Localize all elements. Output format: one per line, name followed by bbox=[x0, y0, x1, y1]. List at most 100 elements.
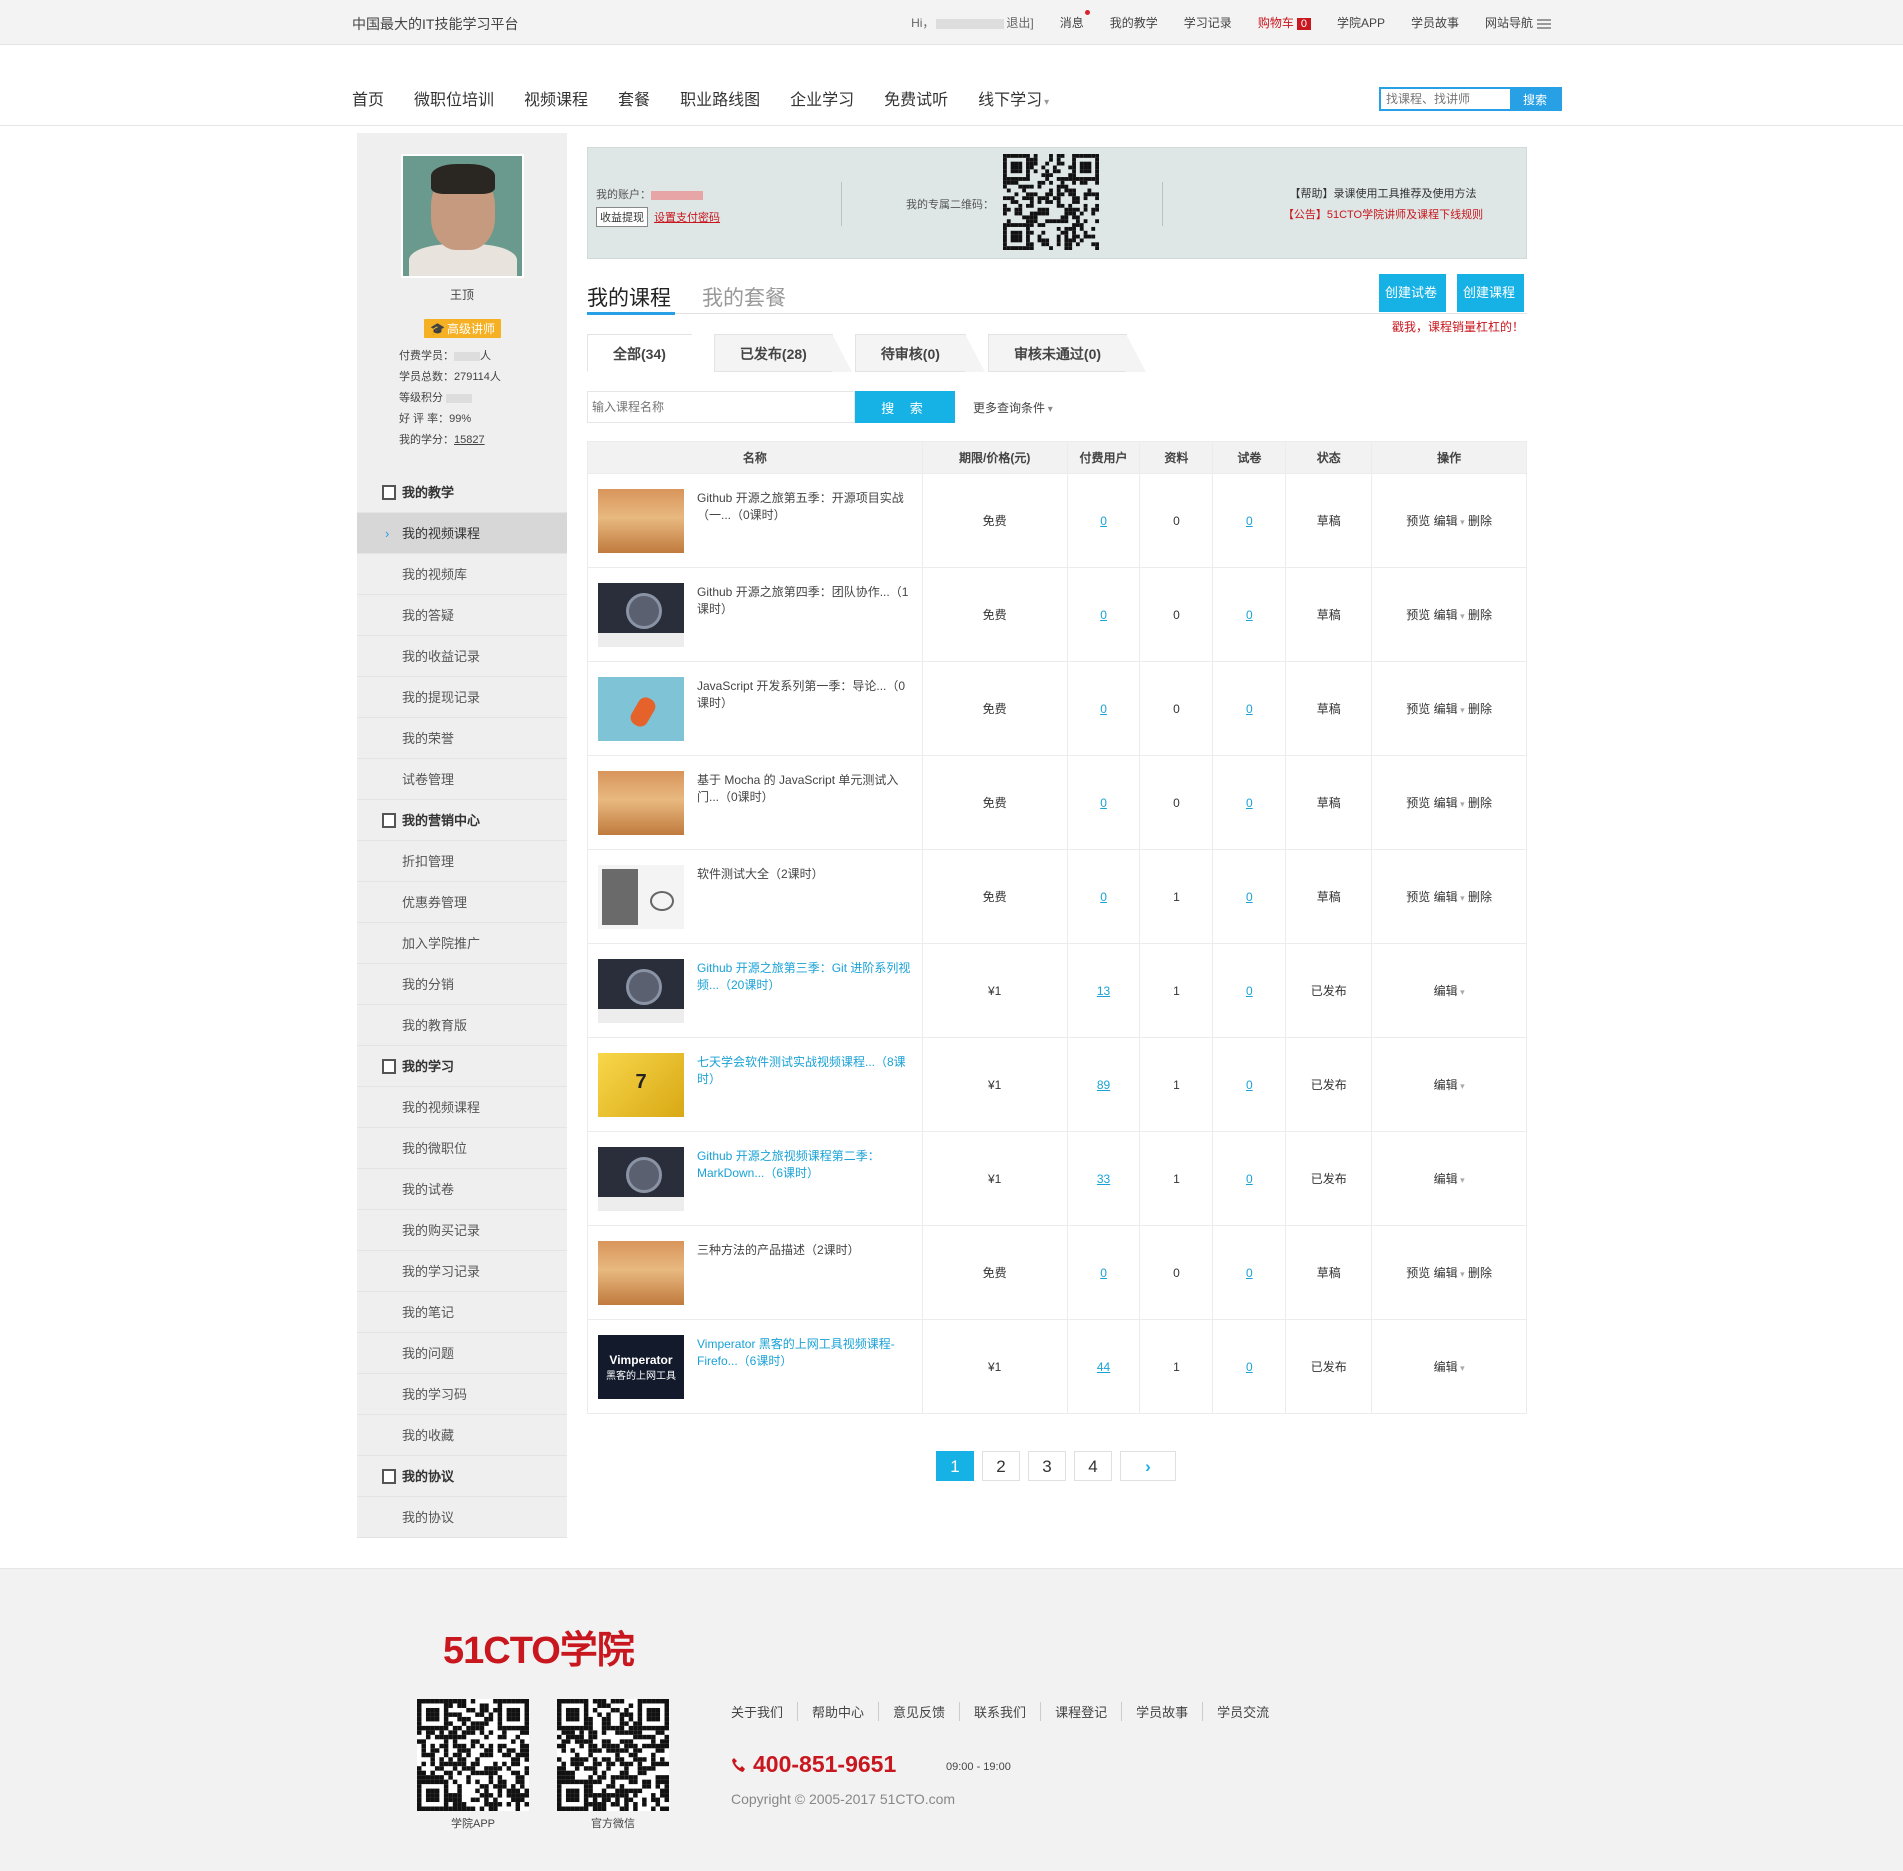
nav-item[interactable]: 套餐 bbox=[618, 86, 650, 110]
course-thumbnail[interactable] bbox=[598, 865, 684, 929]
course-title-link[interactable]: Github 开源之旅第四季：团队协作...（1课时） bbox=[697, 584, 912, 618]
exam-link[interactable]: 0 bbox=[1246, 1078, 1253, 1092]
next-page-button[interactable]: › bbox=[1120, 1451, 1176, 1481]
paid-users-link[interactable]: 13 bbox=[1097, 984, 1110, 998]
sidenav-item[interactable]: 加入学院推广 bbox=[357, 923, 567, 964]
footer-link[interactable]: 联系我们 bbox=[960, 1702, 1042, 1721]
tab-my-packages[interactable]: 我的套餐 bbox=[702, 282, 786, 312]
sidenav-item[interactable]: 我的微职位 bbox=[357, 1128, 567, 1169]
status-tab[interactable]: 审核未通过(0) bbox=[987, 334, 1147, 372]
set-pay-password-link[interactable]: 设置支付密码 bbox=[651, 208, 723, 226]
delete-link[interactable]: 删除 bbox=[1468, 608, 1492, 622]
search-input[interactable] bbox=[1381, 89, 1510, 109]
exam-link[interactable]: 0 bbox=[1246, 702, 1253, 716]
sidenav-item[interactable]: 我的问题 bbox=[357, 1333, 567, 1374]
exam-link[interactable]: 0 bbox=[1246, 514, 1253, 528]
promo-tip-link[interactable]: 戳我，课程销量杠杠的！ bbox=[1392, 318, 1524, 335]
edit-dropdown[interactable]: 编辑 bbox=[1434, 702, 1465, 716]
notice-link[interactable]: 【公告】51CTO学院讲师及课程下线规则 bbox=[1243, 205, 1523, 226]
course-thumbnail[interactable] bbox=[598, 489, 684, 553]
sidenav-item[interactable]: 我的视频库 bbox=[357, 554, 567, 595]
sidenav-item[interactable]: 我的收益记录 bbox=[357, 636, 567, 677]
preview-link[interactable]: 预览 bbox=[1406, 702, 1430, 716]
messages-link[interactable]: 消息 bbox=[1060, 10, 1090, 31]
app-link[interactable]: 学院APP bbox=[1337, 14, 1385, 31]
page-button[interactable]: 3 bbox=[1028, 1451, 1066, 1481]
course-title-link[interactable]: 三种方法的产品描述（2课时） bbox=[697, 1242, 912, 1259]
edit-dropdown[interactable]: 编辑 bbox=[1434, 890, 1465, 904]
course-thumbnail[interactable] bbox=[598, 771, 684, 835]
course-thumbnail[interactable] bbox=[598, 677, 684, 741]
paid-users-link[interactable]: 0 bbox=[1100, 702, 1107, 716]
page-button[interactable]: 4 bbox=[1074, 1451, 1112, 1481]
course-title-link[interactable]: 基于 Mocha 的 JavaScript 单元测试入门...（0课时） bbox=[697, 772, 912, 806]
course-thumbnail[interactable] bbox=[598, 959, 684, 1023]
exam-link[interactable]: 0 bbox=[1246, 984, 1253, 998]
paid-users-link[interactable]: 0 bbox=[1100, 1266, 1107, 1280]
footer-link[interactable]: 帮助中心 bbox=[798, 1702, 880, 1721]
preview-link[interactable]: 预览 bbox=[1406, 608, 1430, 622]
delete-link[interactable]: 删除 bbox=[1468, 702, 1492, 716]
tab-my-courses[interactable]: 我的课程 bbox=[587, 282, 671, 312]
sidenav-item[interactable]: 我的分销 bbox=[357, 964, 567, 1005]
delete-link[interactable]: 删除 bbox=[1468, 514, 1492, 528]
sidenav-item[interactable]: 我的荣誉 bbox=[357, 718, 567, 759]
my-teaching-link[interactable]: 我的教学 bbox=[1110, 14, 1158, 31]
sidenav-item[interactable]: 我的收藏 bbox=[357, 1415, 567, 1456]
sidenav-item[interactable]: 我的提现记录 bbox=[357, 677, 567, 718]
edit-dropdown[interactable]: 编辑 bbox=[1434, 1078, 1465, 1092]
exam-link[interactable]: 0 bbox=[1246, 1360, 1253, 1374]
sidenav-item[interactable]: 我的学习码 bbox=[357, 1374, 567, 1415]
exam-link[interactable]: 0 bbox=[1246, 1172, 1253, 1186]
logout-link[interactable]: 退出] bbox=[1006, 16, 1033, 30]
nav-item[interactable]: 微职位培训 bbox=[414, 86, 494, 110]
nav-item[interactable]: 视频课程 bbox=[524, 86, 588, 110]
edit-dropdown[interactable]: 编辑 bbox=[1434, 1360, 1465, 1374]
course-title-link[interactable]: JavaScript 开发系列第一季：导论...（0课时） bbox=[697, 678, 912, 712]
footer-link[interactable]: 学员交流 bbox=[1203, 1702, 1283, 1721]
learning-record-link[interactable]: 学习记录 bbox=[1184, 14, 1232, 31]
create-course-button[interactable]: 创建课程 bbox=[1457, 274, 1524, 312]
delete-link[interactable]: 删除 bbox=[1468, 1266, 1492, 1280]
sidenav-item[interactable]: 我的教育版 bbox=[357, 1005, 567, 1046]
course-title-link[interactable]: Github 开源之旅第三季：Git 进阶系列视频...（20课时） bbox=[697, 960, 912, 994]
paid-users-link[interactable]: 0 bbox=[1100, 890, 1107, 904]
site-nav-link[interactable]: 网站导航 bbox=[1485, 14, 1551, 31]
sidenav-item[interactable]: 我的试卷 bbox=[357, 1169, 567, 1210]
status-tab[interactable]: 全部(34) bbox=[587, 334, 711, 372]
sidenav-item[interactable]: 我的协议 bbox=[357, 1497, 567, 1538]
edit-dropdown[interactable]: 编辑 bbox=[1434, 1266, 1465, 1280]
more-filters-dropdown[interactable]: 更多查询条件 bbox=[973, 399, 1053, 416]
sidenav-item[interactable]: 优惠券管理 bbox=[357, 882, 567, 923]
paid-users-link[interactable]: 0 bbox=[1100, 608, 1107, 622]
course-title-link[interactable]: Github 开源之旅视频课程第二季：MarkDown...（6课时） bbox=[697, 1148, 912, 1182]
nav-item[interactable]: 首页 bbox=[352, 86, 384, 110]
footer-link[interactable]: 意见反馈 bbox=[879, 1702, 961, 1721]
course-title-link[interactable]: 软件测试大全（2课时） bbox=[697, 866, 912, 883]
exam-link[interactable]: 0 bbox=[1246, 1266, 1253, 1280]
sidenav-item[interactable]: 我的购买记录 bbox=[357, 1210, 567, 1251]
edit-dropdown[interactable]: 编辑 bbox=[1434, 796, 1465, 810]
paid-users-link[interactable]: 44 bbox=[1097, 1360, 1110, 1374]
delete-link[interactable]: 删除 bbox=[1468, 796, 1492, 810]
exam-link[interactable]: 0 bbox=[1246, 796, 1253, 810]
delete-link[interactable]: 删除 bbox=[1468, 890, 1492, 904]
course-title-link[interactable]: 七天学会软件测试实战视频课程...（8课时） bbox=[697, 1054, 912, 1088]
page-button[interactable]: 2 bbox=[982, 1451, 1020, 1481]
sidenav-item[interactable]: 我的视频课程 bbox=[357, 1087, 567, 1128]
edit-dropdown[interactable]: 编辑 bbox=[1434, 984, 1465, 998]
sidenav-item[interactable]: 我的视频课程 bbox=[357, 513, 567, 554]
preview-link[interactable]: 预览 bbox=[1406, 796, 1430, 810]
sidenav-item[interactable]: 我的笔记 bbox=[357, 1292, 567, 1333]
course-title-link[interactable]: Github 开源之旅第五季：开源项目实战（一...（0课时） bbox=[697, 490, 912, 524]
exam-link[interactable]: 0 bbox=[1246, 890, 1253, 904]
edit-dropdown[interactable]: 编辑 bbox=[1434, 608, 1465, 622]
nav-item[interactable]: 职业路线图 bbox=[680, 86, 760, 110]
course-thumbnail[interactable]: Vimperator 黑客的上网工具 bbox=[598, 1335, 684, 1399]
nav-item[interactable]: 企业学习 bbox=[790, 86, 854, 110]
withdraw-button[interactable]: 收益提现 bbox=[596, 207, 648, 227]
status-tab[interactable]: 已发布(28) bbox=[713, 334, 852, 372]
course-thumbnail[interactable] bbox=[598, 1147, 684, 1211]
paid-users-link[interactable]: 89 bbox=[1097, 1078, 1110, 1092]
avatar[interactable] bbox=[401, 154, 524, 278]
